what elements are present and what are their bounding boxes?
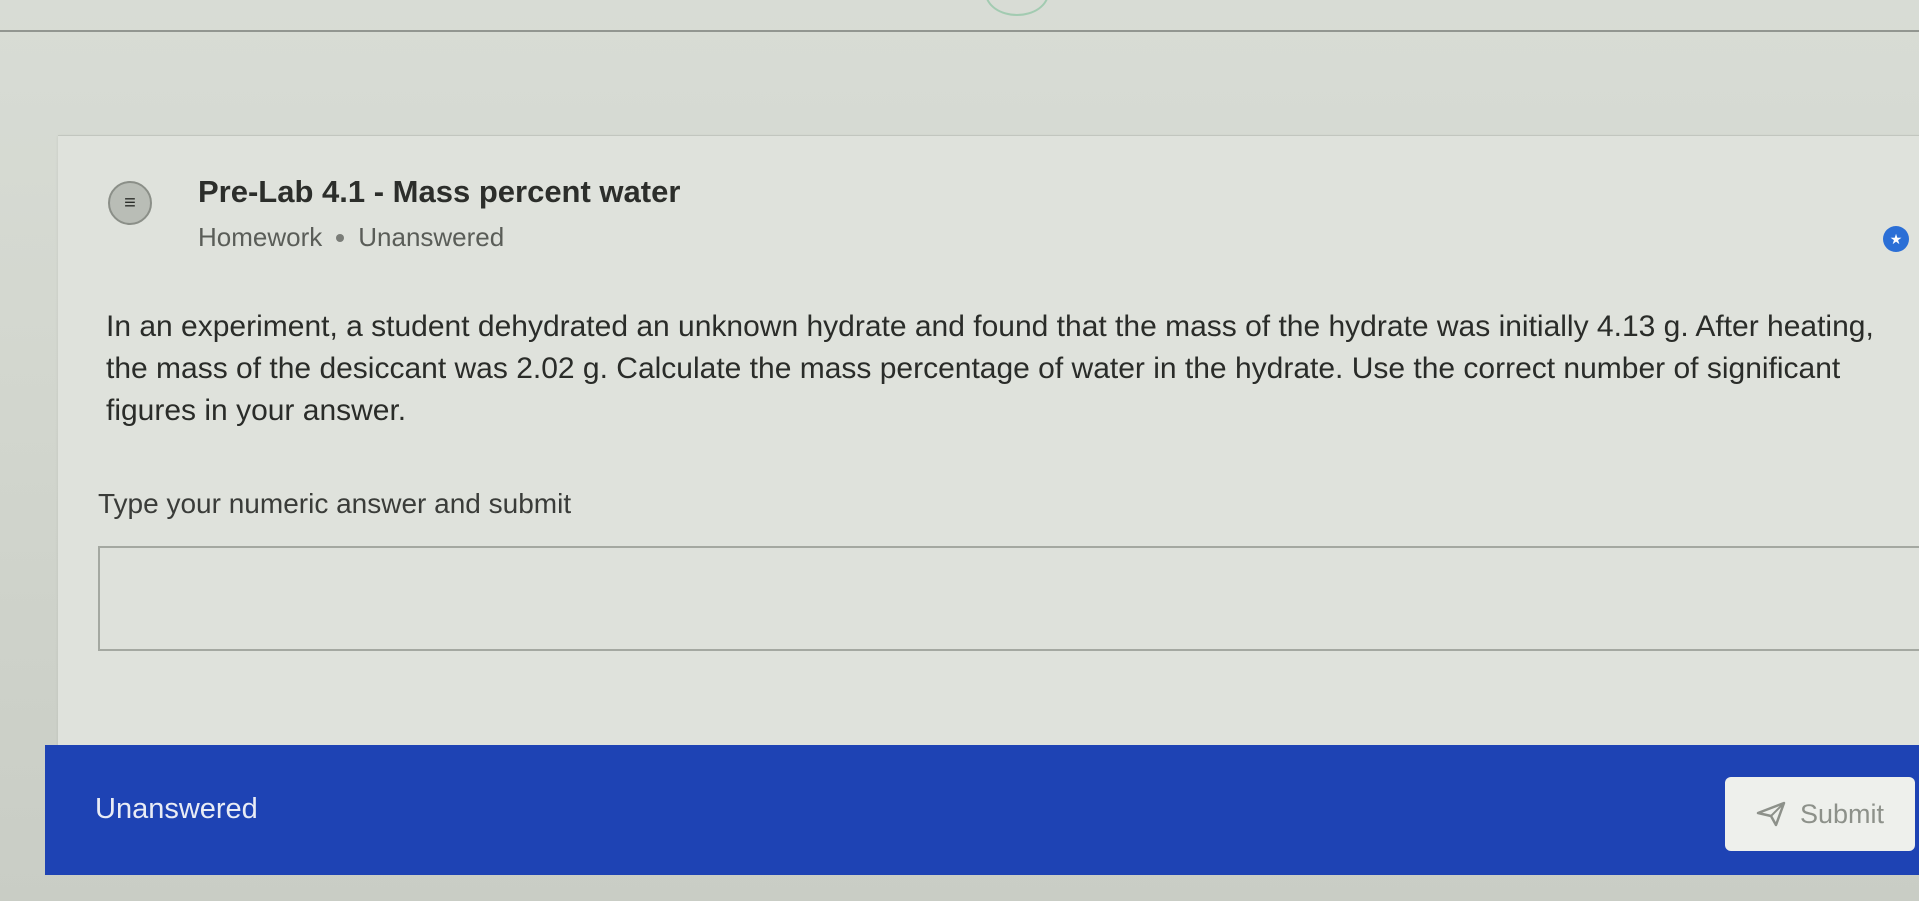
page: ≡ Pre-Lab 4.1 - Mass percent water Homew… — [0, 0, 1919, 901]
question-list-icon: ≡ — [108, 181, 152, 225]
question-meta: Homework Unanswered — [198, 222, 504, 253]
separator-dot-icon — [336, 233, 345, 242]
question-category: Homework — [198, 222, 323, 252]
answer-status-bar: Unanswered Submit — [45, 745, 1919, 875]
answer-label: Type your numeric answer and submit — [98, 488, 572, 519]
question-card: ≡ Pre-Lab 4.1 - Mass percent water Homew… — [58, 135, 1919, 756]
question-title: Pre-Lab 4.1 - Mass percent water — [198, 174, 681, 209]
star-badge-icon[interactable]: ★ — [1883, 226, 1909, 252]
question-status: Unanswered — [358, 222, 505, 252]
top-divider — [0, 30, 1919, 32]
submit-button[interactable]: Submit — [1725, 777, 1915, 851]
partial-circle-icon — [985, 0, 1049, 16]
answer-status-text: Unanswered — [95, 793, 258, 825]
submit-label: Submit — [1799, 798, 1885, 829]
numeric-answer-input[interactable] — [98, 546, 1919, 651]
send-icon — [1756, 801, 1786, 827]
question-text: In an experiment, a student dehydrated a… — [106, 310, 1874, 427]
